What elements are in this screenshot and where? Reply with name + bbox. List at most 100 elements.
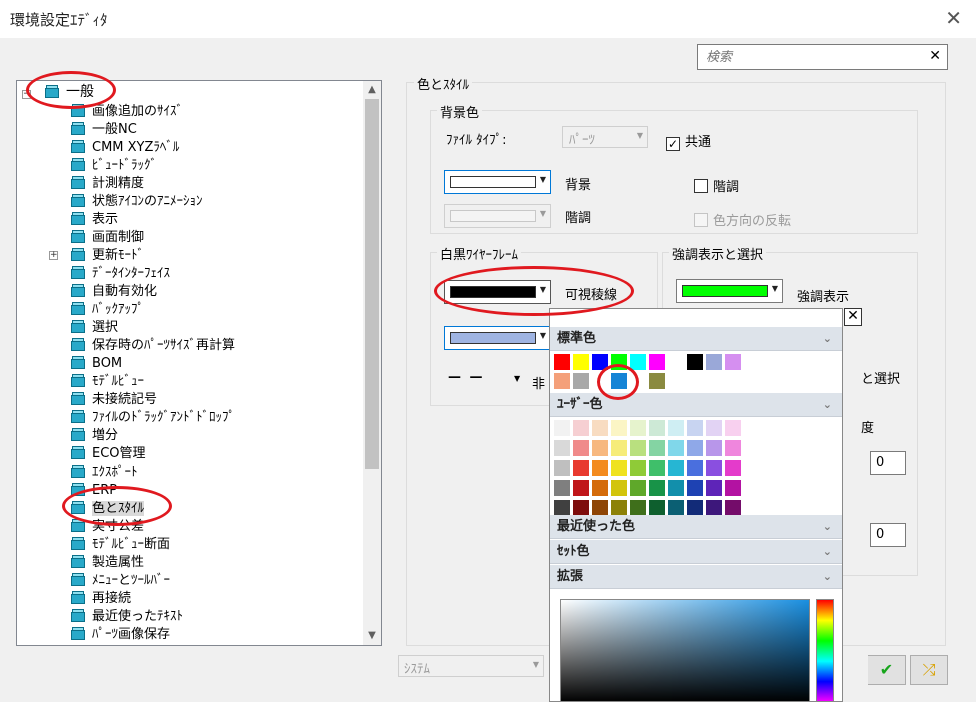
- scroll-down-icon[interactable]: ▼: [363, 627, 381, 645]
- user-color-swatch[interactable]: [668, 420, 684, 436]
- system-select[interactable]: ｼｽﾃﾑ ▼: [398, 655, 544, 677]
- cancel-button[interactable]: ⤮: [910, 655, 948, 685]
- standard-color-swatch[interactable]: [668, 354, 684, 370]
- reverse-direction-checkbox[interactable]: 色方向の反転: [694, 210, 791, 229]
- user-colors-header[interactable]: ﾕｰｻﾞｰ色 ⌄: [550, 393, 842, 417]
- hue-slider[interactable]: [816, 599, 834, 701]
- user-color-swatch[interactable]: [706, 440, 722, 456]
- user-color-swatch[interactable]: [592, 440, 608, 456]
- standard-color-swatch[interactable]: [573, 354, 589, 370]
- user-color-swatch[interactable]: [687, 500, 703, 516]
- user-color-swatch[interactable]: [706, 460, 722, 476]
- user-color-swatch[interactable]: [554, 460, 570, 476]
- tree-item[interactable]: 実寸公差: [71, 518, 144, 536]
- tree-item[interactable]: 自動保存: [71, 644, 144, 645]
- set-colors-header[interactable]: ｾｯﾄ色 ⌄: [550, 540, 842, 564]
- scroll-up-icon[interactable]: ▲: [363, 81, 381, 99]
- tree-scrollbar[interactable]: ▲ ▼: [363, 81, 381, 645]
- user-color-swatch[interactable]: [687, 420, 703, 436]
- visible-edge-color-select[interactable]: ▼: [444, 280, 551, 304]
- tree-item[interactable]: ﾓﾃﾞﾙﾋﾞｭｰ: [71, 373, 144, 391]
- user-color-swatch[interactable]: [630, 420, 646, 436]
- user-color-swatch[interactable]: [611, 440, 627, 456]
- user-color-swatch[interactable]: [630, 460, 646, 476]
- tree-item[interactable]: 計測精度: [71, 175, 144, 193]
- user-color-swatch[interactable]: [573, 500, 589, 516]
- user-color-swatch[interactable]: [554, 500, 570, 516]
- tree-item[interactable]: ﾋﾞｭｰﾄﾞﾗｯｸﾞ: [71, 157, 157, 175]
- user-color-swatch[interactable]: [725, 500, 741, 516]
- background-color-select[interactable]: ▼: [444, 170, 551, 194]
- tree-item[interactable]: ﾓﾃﾞﾙﾋﾞｭｰ断面: [71, 536, 170, 554]
- user-color-swatch[interactable]: [592, 500, 608, 516]
- color-gradient-field[interactable]: [560, 599, 810, 701]
- standard-color-swatch[interactable]: [554, 373, 570, 389]
- standard-color-swatch[interactable]: [611, 373, 627, 389]
- root-collapse-toggle[interactable]: −: [22, 90, 31, 99]
- tree-item[interactable]: ﾊﾞｯｸｱｯﾌﾟ: [71, 301, 144, 319]
- tree-item[interactable]: 画像追加のｻｲｽﾞ: [71, 103, 183, 121]
- user-color-swatch[interactable]: [687, 460, 703, 476]
- expand-toggle[interactable]: +: [49, 250, 58, 260]
- tree-item[interactable]: 状態ｱｲｺﾝのｱﾆﾒｰｼｮﾝ: [71, 193, 203, 211]
- user-color-swatch[interactable]: [592, 460, 608, 476]
- tree-root-general[interactable]: 一般: [45, 83, 94, 101]
- value-input-1[interactable]: 0: [870, 451, 906, 475]
- user-color-swatch[interactable]: [649, 420, 665, 436]
- tree-item[interactable]: CMM XYZﾗﾍﾞﾙ: [71, 139, 179, 157]
- tree-item[interactable]: 表示: [71, 211, 118, 229]
- user-color-swatch[interactable]: [649, 480, 665, 496]
- tree-item[interactable]: 未接続記号: [71, 391, 157, 409]
- standard-color-swatch[interactable]: [649, 373, 665, 389]
- user-color-swatch[interactable]: [630, 440, 646, 456]
- picker-close-icon[interactable]: ✕: [844, 308, 862, 326]
- user-color-swatch[interactable]: [649, 440, 665, 456]
- user-color-swatch[interactable]: [725, 460, 741, 476]
- standard-color-swatch[interactable]: [706, 354, 722, 370]
- search-box[interactable]: ✕: [697, 44, 948, 70]
- tree-item[interactable]: ｴｸｽﾎﾟｰﾄ: [71, 464, 138, 482]
- tree-item[interactable]: ﾃﾞｰﾀｲﾝﾀｰﾌｪｲｽ: [71, 265, 170, 283]
- user-color-swatch[interactable]: [649, 460, 665, 476]
- tree-item[interactable]: 自動有効化: [71, 283, 157, 301]
- user-color-swatch[interactable]: [573, 460, 589, 476]
- tree-item[interactable]: 選択: [71, 319, 118, 337]
- tree-item[interactable]: ﾊﾟｰﾂ画像保存: [71, 626, 170, 644]
- scroll-thumb[interactable]: [365, 99, 379, 469]
- user-color-swatch[interactable]: [630, 500, 646, 516]
- search-input[interactable]: [704, 46, 924, 68]
- ok-button[interactable]: ✔: [868, 655, 906, 685]
- recent-colors-header[interactable]: 最近使った色 ⌄: [550, 515, 842, 539]
- clear-search-icon[interactable]: ✕: [929, 48, 941, 64]
- standard-color-swatch[interactable]: [592, 354, 608, 370]
- tree-item[interactable]: BOM: [71, 355, 122, 373]
- user-color-swatch[interactable]: [573, 480, 589, 496]
- user-color-swatch[interactable]: [649, 500, 665, 516]
- user-color-swatch[interactable]: [630, 480, 646, 496]
- standard-color-swatch[interactable]: [554, 354, 570, 370]
- user-color-swatch[interactable]: [611, 460, 627, 476]
- standard-color-swatch[interactable]: [630, 354, 646, 370]
- user-color-swatch[interactable]: [687, 480, 703, 496]
- extended-colors-header[interactable]: 拡張 ⌄: [550, 565, 842, 589]
- tree-item[interactable]: ECO管理: [71, 445, 146, 463]
- standard-color-swatch[interactable]: [649, 354, 665, 370]
- standard-color-swatch[interactable]: [592, 373, 608, 389]
- user-color-swatch[interactable]: [668, 500, 684, 516]
- tree-item[interactable]: 画面制御: [71, 229, 144, 247]
- tree-item[interactable]: 一般NC: [71, 121, 137, 139]
- user-color-swatch[interactable]: [611, 420, 627, 436]
- tree-item[interactable]: 製造属性: [71, 554, 144, 572]
- tree-item[interactable]: ﾌｧｲﾙのﾄﾞﾗｯｸﾞｱﾝﾄﾞﾄﾞﾛｯﾌﾟ: [71, 409, 235, 427]
- user-color-swatch[interactable]: [687, 440, 703, 456]
- user-color-swatch[interactable]: [573, 440, 589, 456]
- tree-item[interactable]: 色とｽﾀｲﾙ: [71, 500, 145, 518]
- standard-color-swatch[interactable]: [611, 354, 627, 370]
- user-color-swatch[interactable]: [592, 480, 608, 496]
- user-color-swatch[interactable]: [706, 500, 722, 516]
- user-color-swatch[interactable]: [668, 460, 684, 476]
- user-color-swatch[interactable]: [706, 420, 722, 436]
- user-color-swatch[interactable]: [554, 440, 570, 456]
- user-color-swatch[interactable]: [573, 420, 589, 436]
- line-style-chevron-icon[interactable]: ▼: [514, 374, 520, 383]
